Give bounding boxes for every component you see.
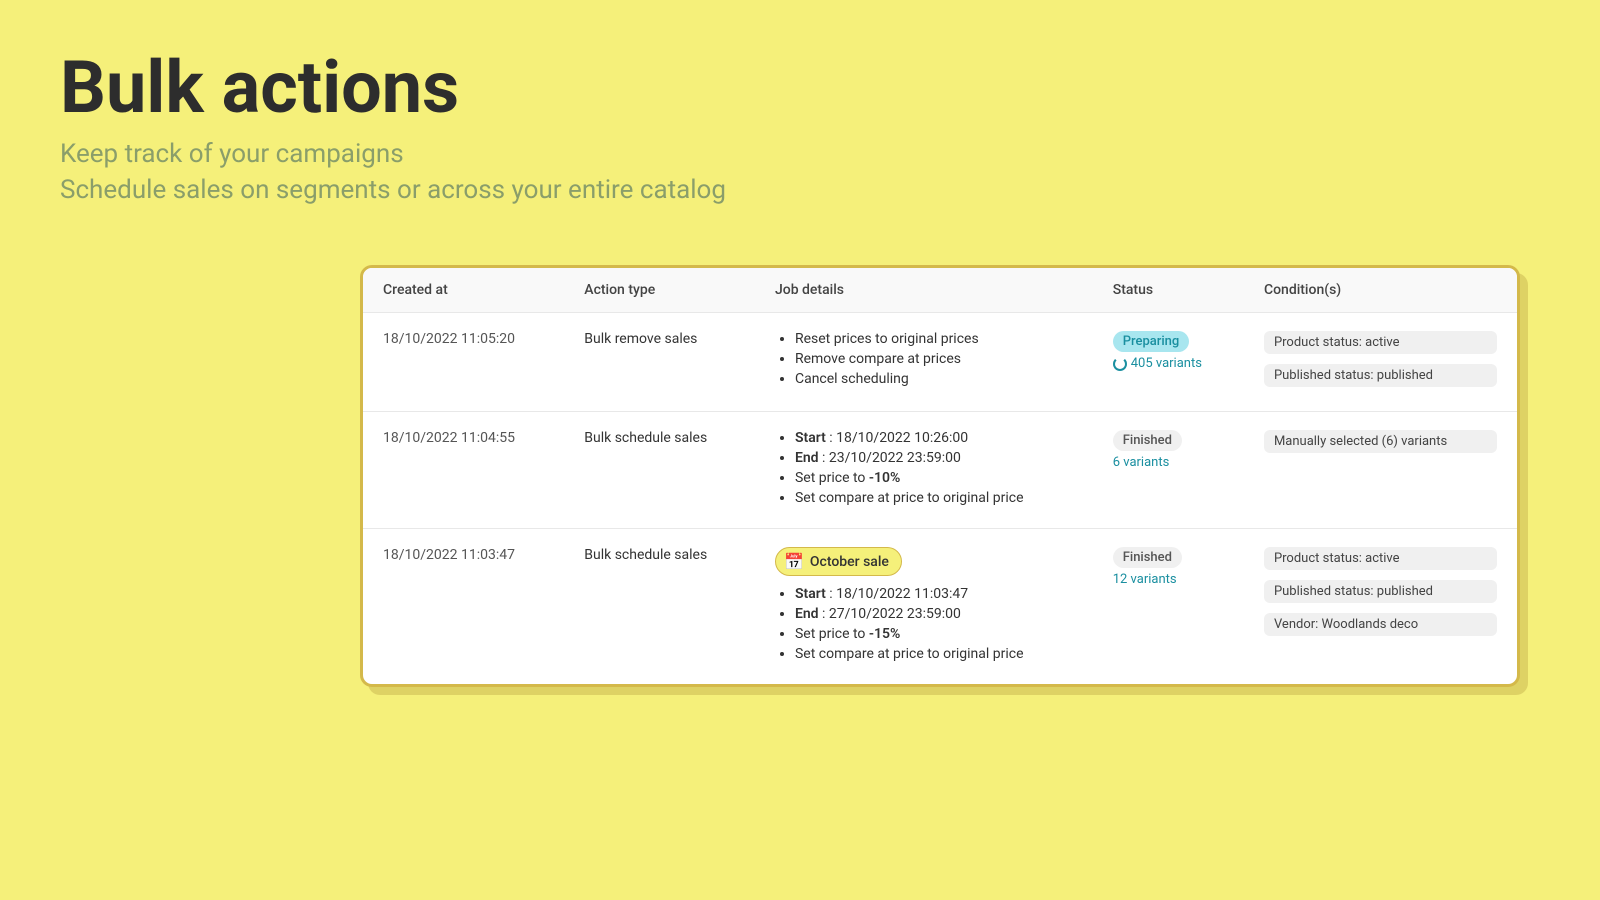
condition-badge: Product status: active bbox=[1264, 331, 1497, 354]
job-detail-item: End : 23/10/2022 23:59:00 bbox=[795, 450, 1073, 466]
campaign-name: October sale bbox=[810, 554, 889, 570]
job-detail-item: End : 27/10/2022 23:59:00 bbox=[795, 606, 1073, 622]
cell-status: Finished 6 variants bbox=[1093, 412, 1244, 529]
bulk-actions-table-card: Created at Action type Job details Statu… bbox=[360, 265, 1520, 687]
job-detail-item: Start : 18/10/2022 11:03:47 bbox=[795, 586, 1073, 602]
cell-status: Preparing 405 variants bbox=[1093, 313, 1244, 412]
cell-status: Finished 12 variants bbox=[1093, 529, 1244, 685]
loading-icon bbox=[1113, 357, 1127, 371]
cell-created-at: 18/10/2022 11:05:20 bbox=[363, 313, 564, 412]
status-badge: Finished bbox=[1113, 430, 1182, 451]
col-header-job-details: Job details bbox=[755, 268, 1093, 313]
job-detail-item: Remove compare at prices bbox=[795, 351, 1073, 367]
cell-conditions: Product status: active Published status: … bbox=[1244, 313, 1517, 412]
col-header-created-at: Created at bbox=[363, 268, 564, 313]
campaign-badge[interactable]: 📅 October sale bbox=[775, 547, 902, 576]
job-detail-item: Set compare at price to original price bbox=[795, 646, 1073, 662]
conditions-list: Product status: active Published status: … bbox=[1264, 547, 1497, 642]
job-detail-item: Cancel scheduling bbox=[795, 371, 1073, 387]
hero-subtitle1: Keep track of your campaigns bbox=[60, 139, 1540, 169]
table-row: 18/10/2022 11:04:55Bulk schedule salesSt… bbox=[363, 412, 1517, 529]
variants-count: 12 variants bbox=[1113, 572, 1224, 587]
status-badge: Finished bbox=[1113, 547, 1182, 568]
condition-badge: Vendor: Woodlands deco bbox=[1264, 613, 1497, 636]
cell-conditions: Product status: active Published status: … bbox=[1244, 529, 1517, 685]
job-detail-item: Set price to -10% bbox=[795, 470, 1073, 486]
hero-section: Bulk actions Keep track of your campaign… bbox=[0, 0, 1600, 235]
conditions-list: Manually selected (6) variants bbox=[1264, 430, 1497, 459]
status-badge: Preparing bbox=[1113, 331, 1190, 352]
cell-conditions: Manually selected (6) variants bbox=[1244, 412, 1517, 529]
bulk-actions-table: Created at Action type Job details Statu… bbox=[363, 268, 1517, 684]
table-header-row: Created at Action type Job details Statu… bbox=[363, 268, 1517, 313]
col-header-conditions: Condition(s) bbox=[1244, 268, 1517, 313]
cell-created-at: 18/10/2022 11:04:55 bbox=[363, 412, 564, 529]
col-header-action-type: Action type bbox=[564, 268, 755, 313]
table-row: 18/10/2022 11:05:20Bulk remove salesRese… bbox=[363, 313, 1517, 412]
card-wrapper: Created at Action type Job details Statu… bbox=[360, 265, 1520, 687]
cell-action-type: Bulk schedule sales bbox=[564, 529, 755, 685]
table-row: 18/10/2022 11:03:47Bulk schedule sales 📅 O… bbox=[363, 529, 1517, 685]
cell-job-details: Reset prices to original prices Remove co… bbox=[755, 313, 1093, 412]
cell-created-at: 18/10/2022 11:03:47 bbox=[363, 529, 564, 685]
calendar-icon: 📅 bbox=[784, 552, 804, 571]
condition-badge: Product status: active bbox=[1264, 547, 1497, 570]
cell-job-details: 📅 October sale Start : 18/10/2022 11:03:47… bbox=[755, 529, 1093, 685]
page-title: Bulk actions bbox=[60, 48, 1540, 127]
cell-job-details: Start : 18/10/2022 10:26:00 End : 23/10/2… bbox=[755, 412, 1093, 529]
cell-action-type: Bulk remove sales bbox=[564, 313, 755, 412]
condition-badge: Published status: published bbox=[1264, 364, 1497, 387]
job-detail-item: Reset prices to original prices bbox=[795, 331, 1073, 347]
conditions-list: Product status: active Published status: … bbox=[1264, 331, 1497, 393]
hero-subtitle2: Schedule sales on segments or across you… bbox=[60, 175, 1540, 205]
cell-action-type: Bulk schedule sales bbox=[564, 412, 755, 529]
job-detail-item: Set compare at price to original price bbox=[795, 490, 1073, 506]
col-header-status: Status bbox=[1093, 268, 1244, 313]
variants-count: 405 variants bbox=[1113, 356, 1224, 371]
condition-badge: Published status: published bbox=[1264, 580, 1497, 603]
job-detail-item: Start : 18/10/2022 10:26:00 bbox=[795, 430, 1073, 446]
variants-count: 6 variants bbox=[1113, 455, 1224, 470]
condition-badge: Manually selected (6) variants bbox=[1264, 430, 1497, 453]
job-detail-item: Set price to -15% bbox=[795, 626, 1073, 642]
